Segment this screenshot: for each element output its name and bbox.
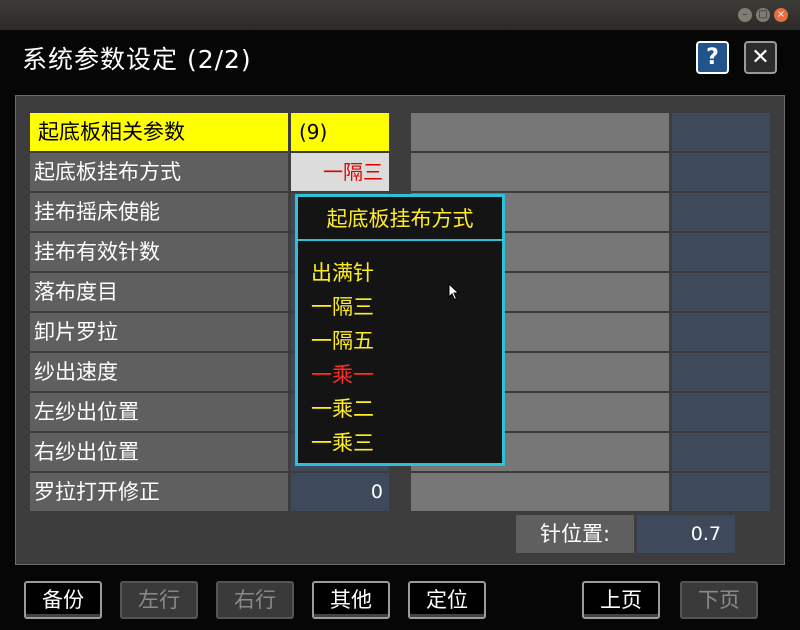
right-row-button[interactable]: 右行 (216, 581, 294, 619)
dropdown-option[interactable]: 一隔五 (311, 325, 374, 355)
hanging-mode-dropdown: 起底板挂布方式 出满针 一隔三 一隔五 一乘一 一乘二 一乘三 (295, 194, 505, 466)
param-value[interactable]: 0 (291, 473, 389, 511)
close-button[interactable]: ✕ (744, 41, 777, 74)
extra-value-cell (672, 433, 770, 471)
param-label: 卸片罗拉 (30, 313, 288, 351)
extra-value-cell (672, 393, 770, 431)
mouse-pointer-icon (448, 283, 460, 301)
minimize-icon[interactable]: – (738, 8, 752, 22)
next-page-button[interactable]: 下页 (680, 581, 758, 619)
left-row-button[interactable]: 左行 (120, 581, 198, 619)
extra-value-cell (672, 473, 770, 511)
extra-value-cell (672, 233, 770, 271)
os-titlebar: – □ × (0, 0, 800, 30)
section-header-label: 起底板相关参数 (30, 113, 288, 151)
maximize-icon[interactable]: □ (756, 8, 770, 22)
window-close-icon[interactable]: × (774, 8, 788, 22)
extra-value-cell (672, 153, 770, 191)
dropdown-title: 起底板挂布方式 (298, 197, 502, 241)
extra-value-cell (672, 193, 770, 231)
extra-value-cell (672, 113, 770, 151)
param-label: 罗拉打开修正 (30, 473, 288, 511)
param-label: 起底板挂布方式 (30, 153, 288, 191)
param-label: 纱出速度 (30, 353, 288, 391)
extra-column-cell (411, 473, 669, 511)
param-label: 左纱出位置 (30, 393, 288, 431)
extra-column-cell (411, 153, 669, 191)
extra-value-cell (672, 313, 770, 351)
other-button[interactable]: 其他 (312, 581, 390, 619)
dropdown-option-selected[interactable]: 一乘一 (311, 359, 374, 389)
param-label: 挂布有效针数 (30, 233, 288, 271)
backup-button[interactable]: 备份 (24, 581, 102, 619)
extra-value-cell (672, 353, 770, 391)
needle-position-value: 0.7 (637, 515, 735, 553)
section-header-value: (9) (291, 113, 389, 151)
dropdown-option[interactable]: 出满针 (311, 257, 374, 287)
needle-position-label: 针位置: (516, 515, 634, 553)
dropdown-option[interactable]: 一乘三 (311, 427, 374, 457)
locate-button[interactable]: 定位 (408, 581, 486, 619)
extra-column-cell (411, 113, 669, 151)
prev-page-button[interactable]: 上页 (582, 581, 660, 619)
page-title: 系统参数设定 (2/2) (22, 45, 252, 74)
param-label: 挂布摇床使能 (30, 193, 288, 231)
dropdown-option[interactable]: 一乘二 (311, 393, 374, 423)
extra-value-cell (672, 273, 770, 311)
param-value[interactable]: 一隔三 (291, 153, 389, 191)
help-button[interactable]: ? (696, 41, 729, 74)
param-label: 右纱出位置 (30, 433, 288, 471)
param-label: 落布度目 (30, 273, 288, 311)
dropdown-option[interactable]: 一隔三 (311, 291, 374, 321)
